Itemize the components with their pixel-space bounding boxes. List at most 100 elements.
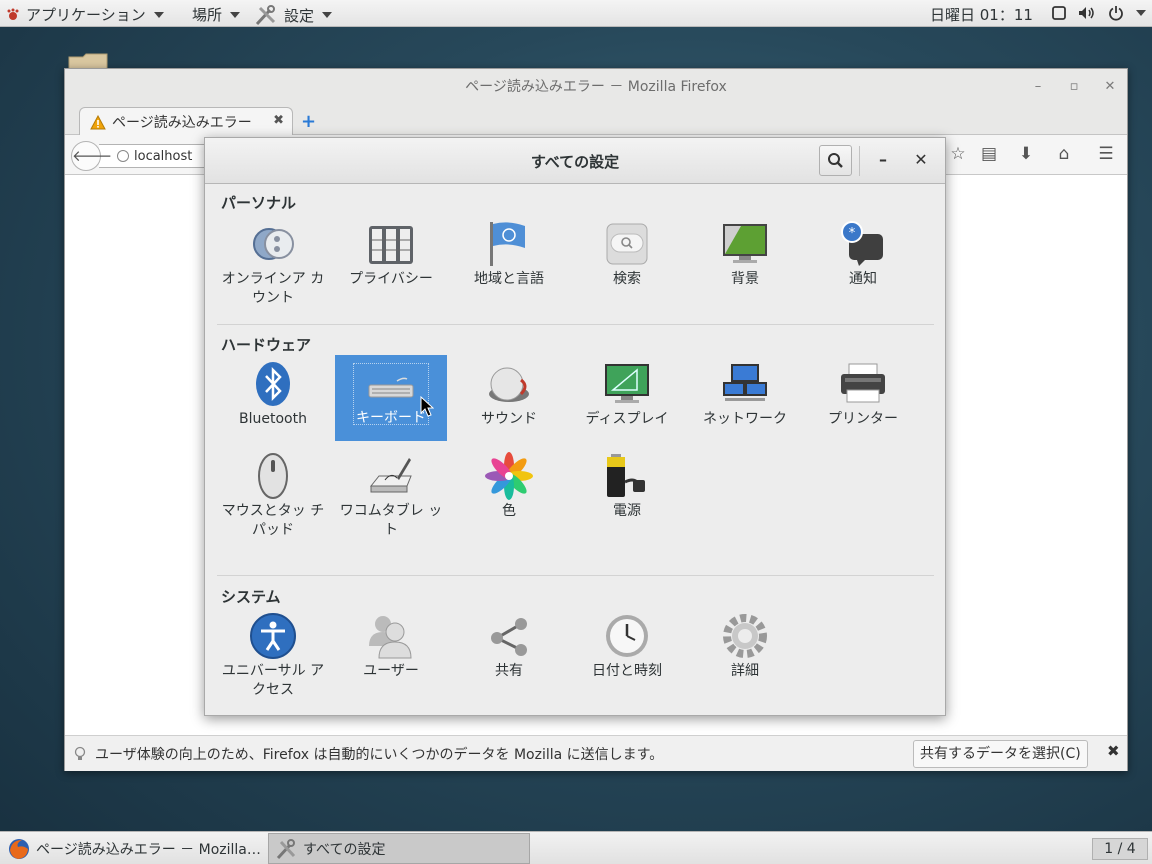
- warning-icon: [90, 114, 106, 129]
- settings-app-menu-label: 設定: [284, 6, 315, 25]
- printer-icon: [841, 363, 885, 403]
- keyboard-icon: [368, 377, 414, 398]
- panel-details[interactable]: 詳細: [689, 608, 801, 694]
- notification-text: ユーザ体験の向上のため、Firefox は自動的にいくつかのデータを Mozil…: [95, 746, 664, 763]
- notifications-icon: *: [841, 221, 883, 266]
- globe-icon: [117, 150, 129, 162]
- panel-label: ネットワーク: [703, 411, 787, 427]
- gnome-foot-icon: [7, 8, 19, 20]
- panel-label: 詳細: [731, 663, 759, 679]
- panel-label: 日付と時刻: [592, 663, 662, 679]
- close-button[interactable]: ✕: [1095, 69, 1125, 105]
- search-button[interactable]: [819, 145, 852, 176]
- settings-app-menu[interactable]: 設定: [254, 4, 333, 26]
- telemetry-notification-bar: ユーザ体験の向上のため、Firefox は自動的にいくつかのデータを Mozil…: [65, 735, 1127, 771]
- section-title-hardware: ハードウェア: [221, 336, 312, 354]
- panel-color[interactable]: 色: [453, 448, 565, 534]
- volume-icon: [1079, 7, 1094, 19]
- lightbulb-icon: [74, 746, 86, 760]
- bookmark-star-icon[interactable]: ☆: [947, 143, 969, 165]
- new-tab-button[interactable]: +: [301, 111, 316, 132]
- places-menu[interactable]: 場所: [192, 4, 241, 25]
- details-icon: [723, 614, 767, 658]
- panel-label: 検索: [613, 271, 641, 287]
- panel-notifications[interactable]: * 通知: [807, 216, 919, 302]
- panel-label: ワコムタブレ ット: [339, 503, 443, 538]
- users-icon: [369, 616, 412, 659]
- home-icon[interactable]: ⌂: [1053, 143, 1075, 165]
- section-divider: [217, 575, 934, 576]
- workspace-indicator[interactable]: 1 / 4: [1092, 838, 1148, 860]
- panel-power[interactable]: 電源: [571, 448, 683, 534]
- maximize-button[interactable]: ▫: [1059, 69, 1089, 105]
- panel-sound[interactable]: サウンド: [453, 356, 565, 442]
- panel-label: 色: [502, 503, 516, 519]
- firefox-titlebar[interactable]: ページ読み込みエラー － Mozilla Firefox – ▫ ✕: [65, 69, 1127, 105]
- panel-universal-access[interactable]: ユニバーサル アクセス: [217, 608, 329, 698]
- panel-label: 地域と言語: [474, 271, 544, 287]
- screen-icon: [1052, 6, 1066, 20]
- minimize-button[interactable]: –: [1023, 69, 1053, 105]
- panel-label: 背景: [731, 271, 759, 287]
- task-settings[interactable]: すべての設定: [268, 833, 530, 864]
- panel-search[interactable]: 検索: [571, 216, 683, 302]
- sound-icon: [489, 367, 529, 402]
- panel-display[interactable]: ディスプレイ: [571, 356, 683, 442]
- download-icon[interactable]: ⬇: [1015, 143, 1037, 165]
- bottom-taskbar: ページ読み込みエラー － Mozilla… すべての設定 1 / 4: [0, 831, 1152, 864]
- url-bar[interactable]: localhost: [99, 144, 209, 168]
- settings-window: すべての設定 – ✕ パーソナル オンラインア カウント プライバシー 地域と言…: [204, 137, 946, 716]
- settings-headerbar[interactable]: すべての設定 – ✕: [205, 138, 945, 184]
- date-time-icon: [606, 615, 648, 657]
- task-firefox[interactable]: ページ読み込みエラー － Mozilla…: [2, 833, 264, 864]
- url-text: localhost: [134, 148, 193, 164]
- wacom-tablet-icon: [369, 458, 412, 493]
- panel-label: Bluetooth: [239, 411, 307, 427]
- panel-date-time[interactable]: 日付と時刻: [571, 608, 683, 694]
- power-icon: [607, 454, 645, 497]
- panel-bluetooth[interactable]: Bluetooth: [217, 356, 329, 442]
- panel-background[interactable]: 背景: [689, 216, 801, 302]
- close-button[interactable]: ✕: [911, 150, 931, 172]
- privacy-icon: [369, 226, 413, 264]
- places-menu-label: 場所: [192, 6, 223, 24]
- panel-label: 通知: [849, 271, 877, 287]
- sharing-icon: [491, 618, 527, 656]
- panel-wacom-tablet[interactable]: ワコムタブレ ット: [335, 448, 447, 538]
- universal-access-icon: [250, 613, 296, 659]
- panel-users[interactable]: ユーザー: [335, 608, 447, 694]
- svg-text:*: *: [849, 226, 856, 241]
- panel-privacy[interactable]: プライバシー: [335, 216, 447, 302]
- clock[interactable]: 日曜日 01：11: [930, 4, 1033, 25]
- panel-mouse-touchpad[interactable]: マウスとタッ チパッド: [217, 448, 329, 538]
- minimize-button[interactable]: –: [873, 150, 893, 172]
- panel-sharing[interactable]: 共有: [453, 608, 565, 694]
- close-icon[interactable]: ✖: [273, 113, 284, 128]
- section-title-system: システム: [221, 588, 281, 606]
- panel-online-accounts[interactable]: オンラインア カウント: [217, 216, 329, 306]
- chevron-down-icon: [153, 11, 164, 18]
- panel-label: マウスとタッ チパッド: [221, 503, 325, 538]
- chevron-down-icon: [230, 11, 241, 18]
- applications-menu[interactable]: アプリケーション: [6, 4, 164, 25]
- bookmarks-menu-icon[interactable]: ▤: [978, 143, 1000, 165]
- close-icon[interactable]: ✖: [1107, 742, 1120, 760]
- system-status-menu[interactable]: [1052, 5, 1146, 21]
- panel-label: オンラインア カウント: [221, 271, 325, 306]
- hamburger-menu-icon[interactable]: ☰: [1095, 143, 1117, 165]
- section-divider: [217, 324, 934, 325]
- panel-network[interactable]: ネットワーク: [689, 356, 801, 442]
- panel-region-language[interactable]: 地域と言語: [453, 216, 565, 302]
- applications-menu-label: アプリケーション: [26, 6, 146, 24]
- panel-label: ユーザー: [363, 663, 419, 679]
- panel-label: ユニバーサル アクセス: [221, 663, 325, 698]
- back-button[interactable]: 🡐: [71, 141, 112, 171]
- tab-page-load-error[interactable]: ページ読み込みエラー ✖: [79, 107, 293, 136]
- panel-label: プライバシー: [349, 271, 433, 287]
- header-separator: [859, 146, 860, 176]
- chevron-down-icon: [1136, 10, 1146, 16]
- clock-label: 日曜日 01：11: [930, 6, 1033, 24]
- panel-printer[interactable]: プリンター: [807, 356, 919, 442]
- search-icon: [828, 153, 843, 168]
- choose-data-button[interactable]: 共有するデータを選択(C): [913, 740, 1088, 768]
